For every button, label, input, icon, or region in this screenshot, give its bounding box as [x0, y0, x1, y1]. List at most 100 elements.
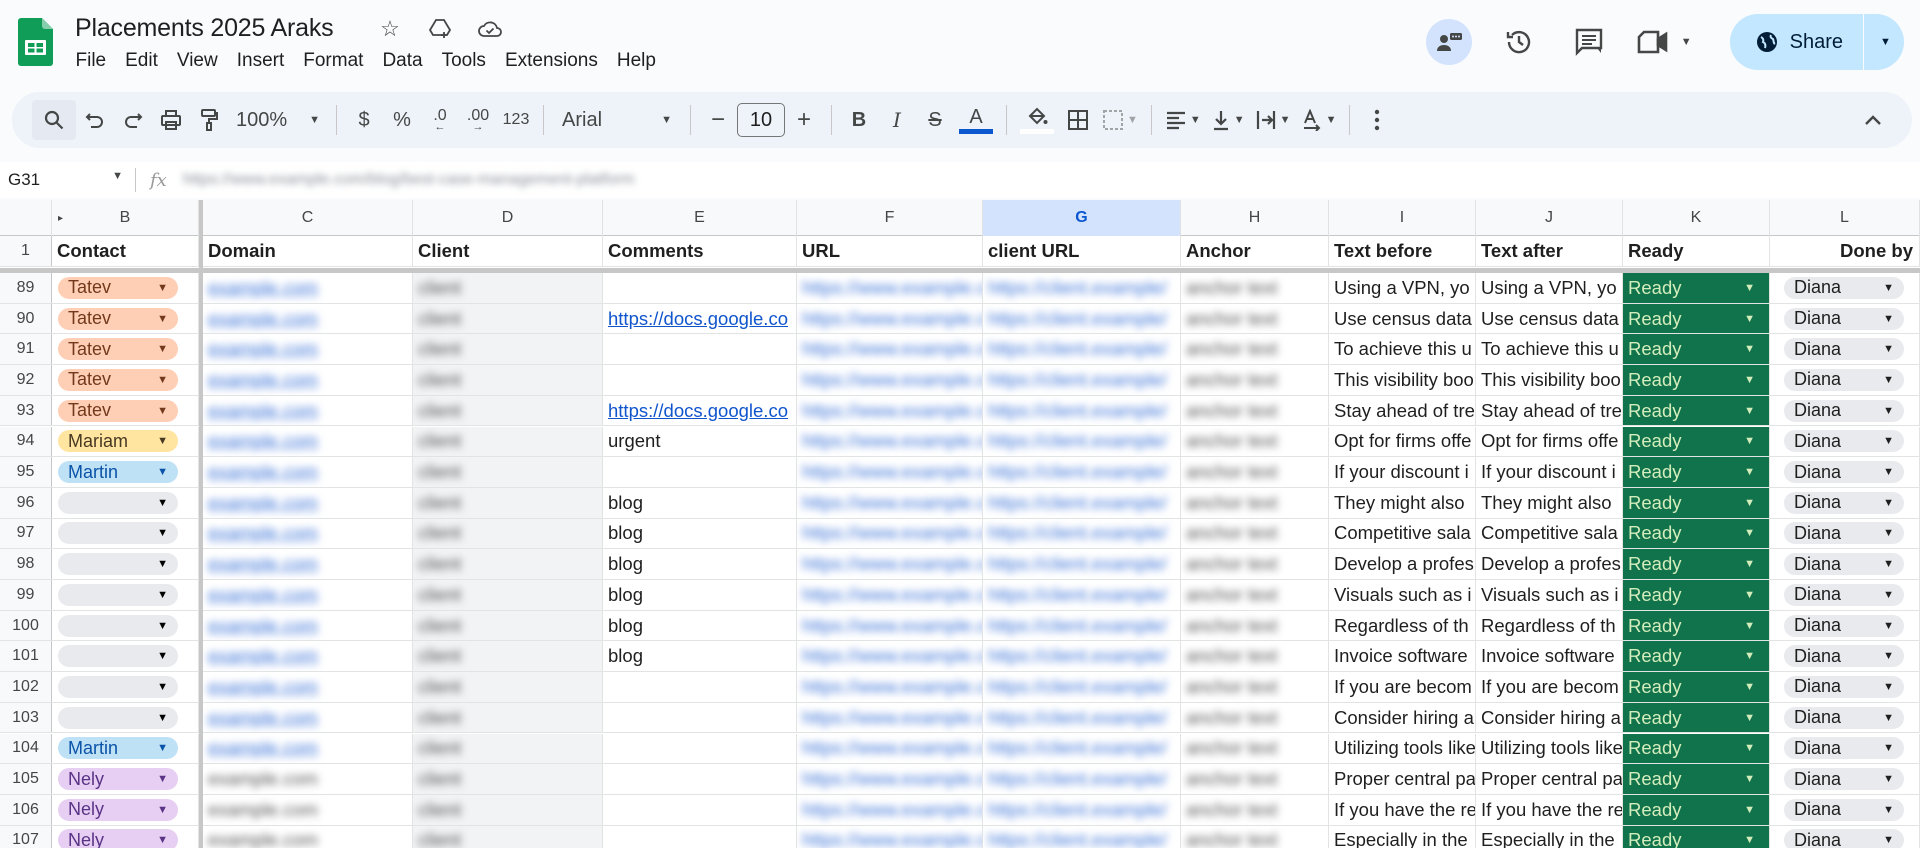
row-number[interactable]: 92 — [0, 365, 52, 395]
merge-cells-button[interactable]: ▼ — [1097, 100, 1143, 140]
url-cell[interactable]: https://www.example.com/ — [797, 426, 983, 457]
contact-dropdown-chip[interactable]: ▼ — [58, 583, 178, 606]
client-url-cell[interactable]: https://client.example/ — [983, 303, 1181, 334]
cloud-saved-icon[interactable] — [475, 14, 505, 44]
contact-cell[interactable]: Tatev ▼ — [52, 365, 199, 395]
collapse-menus-button[interactable] — [1864, 109, 1882, 132]
done-by-dropdown-chip[interactable]: Diana ▼ — [1784, 491, 1904, 514]
domain-cell[interactable]: example.com — [203, 825, 413, 848]
text-after-cell[interactable]: Stay ahead of tre — [1476, 395, 1623, 426]
text-before-cell[interactable]: Utilizing tools like — [1329, 733, 1476, 764]
done-by-cell[interactable]: Diana ▼ — [1770, 487, 1920, 518]
menu-tools[interactable]: Tools — [432, 50, 495, 72]
client-url-cell[interactable]: https://client.example/ — [983, 457, 1181, 487]
done-by-dropdown-chip[interactable]: Diana ▼ — [1784, 276, 1904, 299]
dropdown-arrow-icon[interactable]: ▼ — [1883, 834, 1894, 846]
domain-cell[interactable]: example.com — [203, 487, 413, 518]
url-value-obscured[interactable]: https://www.example.com/ — [802, 829, 982, 848]
dropdown-arrow-icon[interactable]: ▼ — [1883, 466, 1894, 478]
row-number[interactable]: 107 — [0, 825, 52, 848]
dropdown-arrow-icon[interactable]: ▼ — [157, 620, 168, 632]
domain-cell[interactable]: example.com — [203, 334, 413, 365]
dropdown-arrow-icon[interactable]: ▼ — [1744, 650, 1755, 662]
ready-status-dropdown[interactable]: Ready ▼ — [1623, 395, 1770, 426]
done-by-dropdown-chip[interactable]: Diana ▼ — [1784, 307, 1904, 330]
ready-status-dropdown[interactable]: Ready ▼ — [1623, 641, 1770, 672]
comments-cell[interactable] — [603, 825, 797, 848]
undo-button[interactable] — [76, 100, 114, 140]
anchor-cell[interactable]: anchor text — [1181, 365, 1329, 395]
client-url-cell[interactable]: https://client.example/ — [983, 549, 1181, 579]
decrease-decimal-button[interactable]: .0 ← — [421, 100, 459, 140]
gemini-chat-button[interactable] — [1425, 19, 1472, 65]
client-url-cell[interactable]: https://client.example/ — [983, 672, 1181, 702]
comments-cell[interactable]: blog — [603, 641, 797, 672]
url-value-obscured[interactable]: https://www.example.com/ — [802, 768, 982, 790]
dropdown-arrow-icon[interactable]: ▼ — [1744, 834, 1755, 846]
done-by-dropdown-chip[interactable]: Diana ▼ — [1784, 675, 1904, 698]
menu-view[interactable]: View — [167, 50, 227, 72]
contact-dropdown-chip[interactable]: Martin ▼ — [58, 461, 178, 484]
client-cell[interactable]: client — [413, 426, 603, 457]
contact-cell[interactable]: ▼ — [52, 672, 199, 702]
expand-column-a-icon[interactable]: ▸ — [58, 213, 63, 224]
anchor-cell[interactable]: anchor text — [1181, 273, 1329, 303]
done-by-cell[interactable]: Diana ▼ — [1770, 457, 1920, 487]
client-url-value-obscured[interactable]: https://client.example/ — [988, 615, 1167, 637]
text-after-cell[interactable]: Develop a profes — [1476, 549, 1623, 579]
client-cell[interactable]: client — [413, 457, 603, 487]
url-value-obscured[interactable]: https://www.example.com/ — [802, 584, 982, 606]
url-cell[interactable]: https://www.example.com/ — [797, 580, 983, 610]
client-url-cell[interactable]: https://client.example/ — [983, 733, 1181, 764]
contact-dropdown-chip[interactable]: Nely ▼ — [58, 798, 178, 821]
domain-value-obscured[interactable]: example.com — [208, 430, 318, 452]
row-number[interactable]: 97 — [0, 518, 52, 549]
done-by-cell[interactable]: Diana ▼ — [1770, 764, 1920, 794]
ready-status-dropdown[interactable]: Ready ▼ — [1623, 610, 1770, 641]
domain-value-obscured[interactable]: example.com — [208, 461, 318, 483]
text-after-cell[interactable]: If your discount i — [1476, 457, 1623, 487]
contact-cell[interactable]: ▼ — [52, 641, 199, 672]
anchor-cell[interactable]: anchor text — [1181, 549, 1329, 579]
header-cell-l[interactable]: Done by — [1770, 236, 1920, 266]
row-number[interactable]: 99 — [0, 580, 52, 610]
url-cell[interactable]: https://www.example.com/ — [797, 794, 983, 825]
column-header-f[interactable]: F — [797, 200, 983, 236]
url-value-obscured[interactable]: https://www.example.com/ — [802, 707, 982, 729]
paint-format-button[interactable] — [190, 100, 228, 140]
column-header-c[interactable]: C — [203, 200, 413, 236]
formula-input[interactable]: https://www.example.com/blog/best-case-m… — [183, 171, 635, 189]
select-all-corner[interactable] — [0, 200, 52, 236]
url-cell[interactable]: https://www.example.com/ — [797, 825, 983, 848]
frozen-row-divider[interactable] — [0, 268, 1920, 273]
domain-cell[interactable]: example.com — [203, 580, 413, 610]
redo-button[interactable] — [114, 100, 152, 140]
contact-dropdown-chip[interactable]: Tatev ▼ — [58, 276, 178, 299]
row-number[interactable]: 90 — [0, 303, 52, 334]
text-before-cell[interactable]: Proper central pa — [1329, 764, 1476, 794]
contact-cell[interactable]: ▼ — [52, 518, 199, 549]
contact-dropdown-chip[interactable]: Nely ▼ — [58, 768, 178, 791]
done-by-dropdown-chip[interactable]: Diana ▼ — [1784, 798, 1904, 821]
dropdown-arrow-icon[interactable]: ▼ — [1883, 650, 1894, 662]
comments-button[interactable] — [1566, 19, 1612, 65]
column-header-d[interactable]: D — [413, 200, 603, 236]
increase-font-size-button[interactable]: + — [785, 100, 823, 140]
menu-extensions[interactable]: Extensions — [495, 50, 607, 72]
row-number[interactable]: 106 — [0, 794, 52, 825]
comments-cell[interactable] — [603, 457, 797, 487]
anchor-cell[interactable]: anchor text — [1181, 426, 1329, 457]
anchor-cell[interactable]: anchor text — [1181, 395, 1329, 426]
dropdown-arrow-icon[interactable]: ▼ — [1744, 343, 1755, 355]
column-header-g[interactable]: G — [983, 200, 1181, 236]
ready-status-dropdown[interactable]: Ready ▼ — [1623, 733, 1770, 764]
comments-cell[interactable]: blog — [603, 610, 797, 641]
domain-value-obscured[interactable]: example.com — [208, 768, 318, 790]
client-cell[interactable]: client — [413, 764, 603, 794]
client-url-value-obscured[interactable]: https://client.example/ — [988, 400, 1167, 422]
comments-cell[interactable] — [603, 702, 797, 733]
done-by-dropdown-chip[interactable]: Diana ▼ — [1784, 614, 1904, 637]
comments-cell[interactable] — [603, 733, 797, 764]
dropdown-arrow-icon[interactable]: ▼ — [157, 374, 168, 386]
search-menus-button[interactable] — [32, 100, 76, 140]
